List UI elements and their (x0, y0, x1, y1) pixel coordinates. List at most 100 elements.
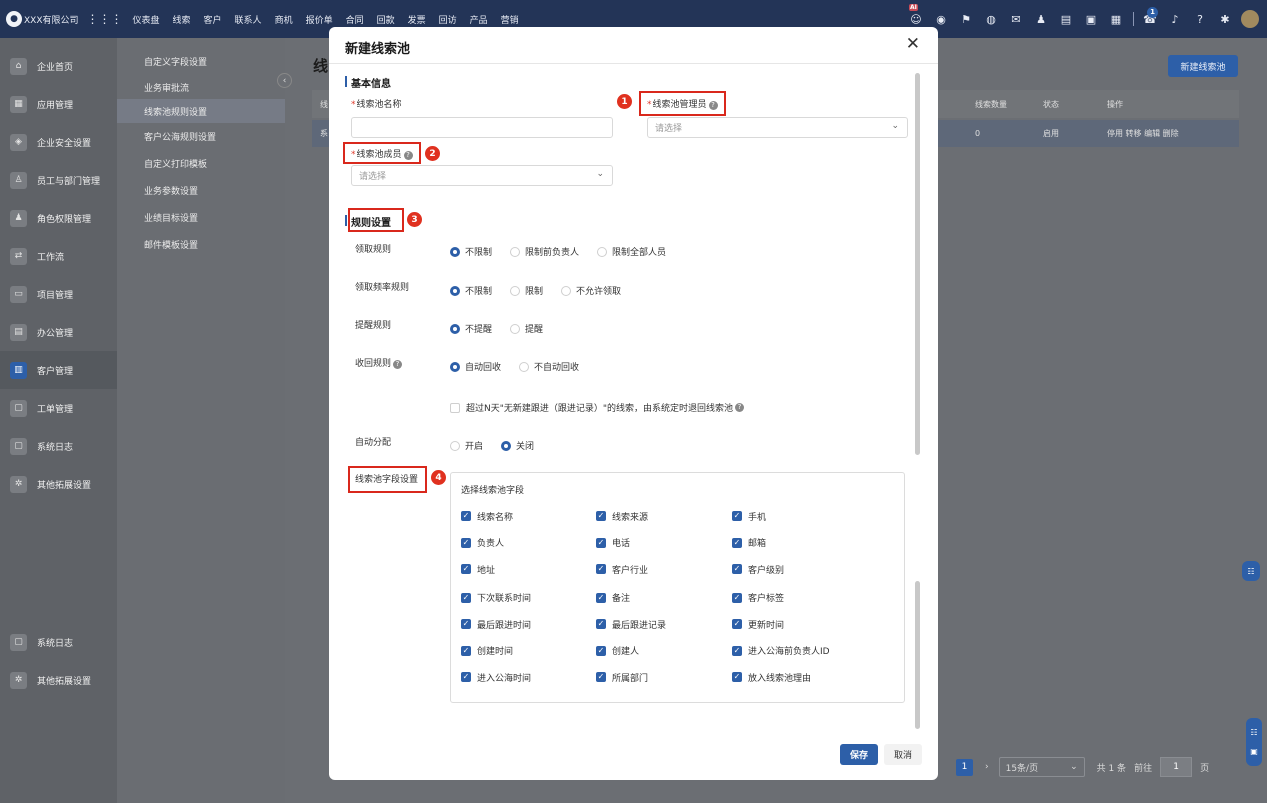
goto-page-input[interactable]: 1 (1160, 757, 1193, 777)
user-avatar[interactable] (1241, 10, 1259, 28)
globe-icon[interactable]: ◍ (982, 13, 1000, 26)
card-icon[interactable]: ▦ (1107, 13, 1125, 26)
field-checkbox[interactable]: ✓ 手机 (732, 503, 872, 530)
mail-icon[interactable]: ✉ (1007, 13, 1025, 26)
nav-leads[interactable]: 线索 (173, 13, 191, 26)
sidebar-item-syslog-2[interactable]: ▢ 系统日志 (0, 623, 117, 661)
field-checkbox[interactable]: ✓ 客户级别 (732, 556, 872, 583)
sidebar-item-home[interactable]: ⌂ 企业首页 (0, 47, 117, 85)
submenu-print-templates[interactable]: 自定义打印模板 (117, 150, 285, 177)
float-chat-icon[interactable]: ☷ (1242, 561, 1260, 581)
nav-payments[interactable]: 回款 (377, 13, 395, 26)
field-checkbox[interactable]: ✓ 客户行业 (596, 556, 732, 583)
submenu-performance-goals[interactable]: 业绩目标设置 (117, 204, 285, 231)
next-page-icon[interactable]: › (985, 762, 989, 772)
field-checkbox[interactable]: ✓ 备注 (596, 587, 732, 610)
dialog-scrollbar[interactable] (915, 73, 920, 455)
field-checkbox[interactable]: ✓ 创建人 (596, 640, 732, 663)
sidebar-item-apps[interactable]: ▦ 应用管理 (0, 85, 117, 123)
pool-manager-select[interactable]: 请选择 ⌄ (647, 117, 908, 138)
field-checkbox[interactable]: ✓ 所属部门 (596, 666, 732, 689)
sidebar-item-workflow[interactable]: ⇄ 工作流 (0, 237, 117, 275)
sidebar-item-office[interactable]: ▤ 办公管理 (0, 313, 117, 351)
message-icon[interactable]: ◉ (932, 13, 950, 26)
doc-icon[interactable]: ▤ (1057, 13, 1075, 26)
nav-contacts[interactable]: 联系人 (235, 13, 262, 26)
field-checkbox[interactable]: ✓ 更新时间 (732, 613, 872, 636)
submenu-approval-flow[interactable]: 业务审批流 (117, 75, 285, 99)
radio-freq-disallow[interactable]: 不允许领取 (561, 284, 621, 297)
bell-icon[interactable]: ♪ (1166, 13, 1184, 26)
field-checkbox[interactable]: ✓ 客户标签 (732, 587, 872, 610)
submenu-custom-fields[interactable]: 自定义字段设置 (117, 48, 285, 75)
field-checkbox[interactable]: ✓ 负责人 (461, 530, 596, 557)
sidebar-item-tickets[interactable]: ▢ 工单管理 (0, 389, 117, 427)
robot-icon[interactable]: ☺ AI (907, 3, 925, 26)
nav-contracts[interactable]: 合同 (346, 13, 364, 26)
phone-icon[interactable]: ☎ 1 (1141, 6, 1159, 26)
radio-freq-limited[interactable]: 限制 (510, 284, 543, 297)
sidebar-item-security[interactable]: ◈ 企业安全设置 (0, 123, 117, 161)
sidebar-item-customer[interactable]: ▥ 客户管理 (0, 351, 117, 389)
page-size-select[interactable]: 15条/页 ⌄ (998, 757, 1085, 777)
sidebar-item-syslog[interactable]: ▢ 系统日志 (0, 427, 117, 465)
nav-quotes[interactable]: 报价单 (306, 13, 333, 26)
radio-no-remind[interactable]: 不提醒 (450, 322, 492, 335)
radio-claim-all[interactable]: 限制全部人员 (597, 245, 666, 258)
collapse-submenu-icon[interactable]: ‹ (277, 73, 292, 88)
radio-remind[interactable]: 提醒 (510, 322, 543, 335)
save-button[interactable]: 保存 (840, 744, 878, 765)
nav-dashboard[interactable]: 仪表盘 (133, 13, 160, 26)
sidebar-item-extensions-2[interactable]: ✲ 其他拓展设置 (0, 661, 117, 699)
nav-invoices[interactable]: 发票 (408, 13, 426, 26)
field-checkbox[interactable]: ✓ 电话 (596, 530, 732, 557)
table-row-actions[interactable]: 停用 转移 编辑 删除 (1107, 128, 1179, 139)
sidebar-item-roles[interactable]: ♟ 角色权限管理 (0, 199, 117, 237)
help-icon[interactable]: ? (393, 360, 403, 369)
page-button-1[interactable]: 1 (956, 758, 973, 776)
submenu-email-templates[interactable]: 邮件模板设置 (117, 231, 285, 258)
help-icon[interactable]: ? (1191, 13, 1209, 26)
field-checkbox[interactable]: ✓ 创建时间 (461, 640, 596, 663)
submenu-lead-pool-rules[interactable]: 线索池规则设置 (117, 99, 285, 123)
field-checkbox[interactable]: ✓ 地址 (461, 556, 596, 583)
close-icon[interactable]: ✕ (906, 34, 920, 54)
new-lead-pool-button[interactable]: 新建线索池 (1168, 55, 1238, 77)
field-checkbox[interactable]: ✓ 线索名称 (461, 503, 596, 530)
radio-claim-unlimited[interactable]: 不限制 (450, 245, 492, 258)
user-icon[interactable]: ♟ (1032, 13, 1050, 26)
nav-customers[interactable]: 客户 (204, 13, 222, 26)
gear-icon[interactable]: ✱ (1216, 13, 1234, 26)
field-checkbox[interactable]: ✓ 放入线索池理由 (732, 666, 872, 689)
nav-marketing[interactable]: 营销 (501, 13, 519, 26)
radio-assign-off[interactable]: 关闭 (501, 439, 534, 452)
field-checkbox[interactable]: ✓ 进入公海时间 (461, 666, 596, 689)
flag-icon[interactable]: ⚑ (957, 13, 975, 26)
dialog-scrollbar-lower[interactable] (915, 581, 920, 729)
submenu-business-params[interactable]: 业务参数设置 (117, 177, 285, 204)
apps-grid-icon[interactable]: ⋮⋮⋮ (87, 12, 123, 26)
nav-products[interactable]: 产品 (470, 13, 488, 26)
field-checkbox[interactable]: ✓ 最后跟进记录 (596, 613, 732, 636)
sidebar-item-extensions[interactable]: ✲ 其他拓展设置 (0, 465, 117, 503)
calendar-icon[interactable]: ▣ (1082, 13, 1100, 26)
float-tools-icon[interactable]: ☷ ▣ (1246, 718, 1262, 766)
company-logo[interactable]: ● XXX有限公司 (6, 11, 79, 27)
radio-assign-on[interactable]: 开启 (450, 439, 483, 452)
help-icon[interactable]: ? (735, 403, 745, 412)
pool-name-input[interactable] (351, 117, 613, 138)
nav-visits[interactable]: 回访 (439, 13, 457, 26)
field-checkbox[interactable]: ✓ 下次联系时间 (461, 587, 596, 610)
field-checkbox[interactable]: ✓ 最后跟进时间 (461, 613, 596, 636)
pool-member-select[interactable]: 请选择 ⌄ (351, 165, 613, 186)
radio-claim-previous-owner[interactable]: 限制前负责人 (510, 245, 579, 258)
field-checkbox[interactable]: ✓ 进入公海前负责人ID (732, 640, 872, 663)
recycle-days-checkbox[interactable]: 超过N天"无新建跟进（跟进记录）"的线索，由系统定时退回线索池? (450, 401, 745, 414)
submenu-public-sea-rules[interactable]: 客户公海规则设置 (117, 123, 285, 150)
radio-freq-unlimited[interactable]: 不限制 (450, 284, 492, 297)
field-checkbox[interactable]: ✓ 邮箱 (732, 530, 872, 557)
sidebar-item-staff[interactable]: ♙ 员工与部门管理 (0, 161, 117, 199)
radio-no-auto-recycle[interactable]: 不自动回收 (519, 360, 579, 373)
radio-auto-recycle[interactable]: 自动回收 (450, 360, 501, 373)
field-checkbox[interactable]: ✓ 线索来源 (596, 503, 732, 530)
